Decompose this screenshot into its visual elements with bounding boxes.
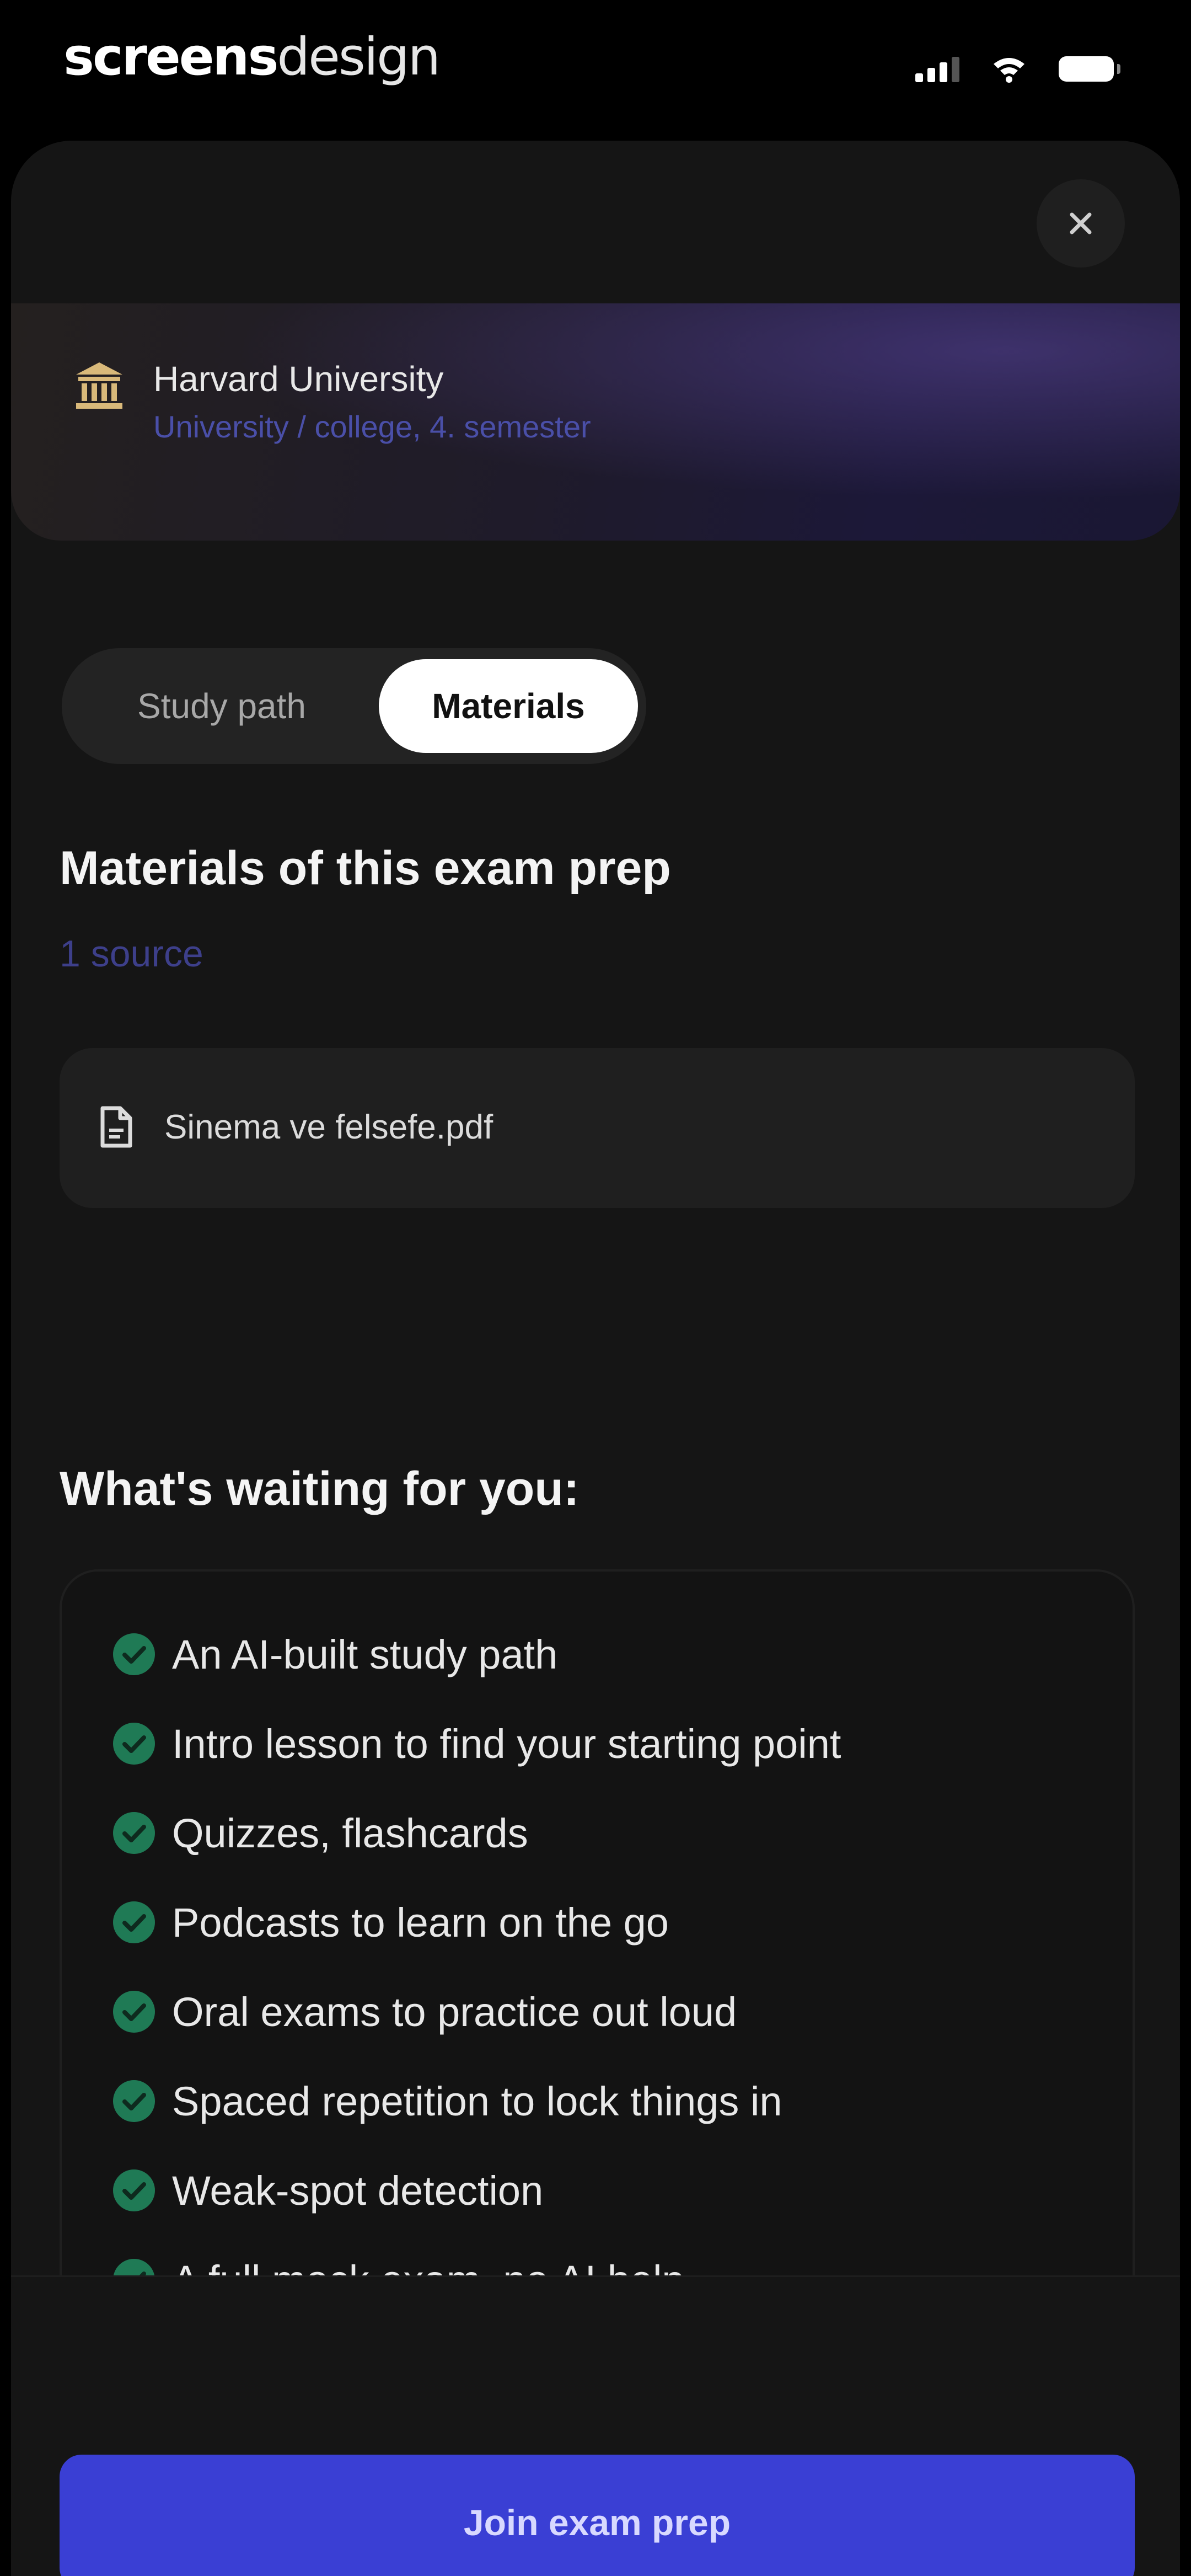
tab-materials[interactable]: Materials	[379, 659, 638, 753]
university-icon	[76, 362, 122, 409]
check-circle-icon	[113, 1901, 155, 1943]
feature-item: Weak-spot detection	[111, 2163, 543, 2218]
exam-prep-sheet: Harvard University University / college,…	[11, 141, 1180, 2576]
tab-study-path[interactable]: Study path	[84, 659, 360, 753]
feature-item: Oral exams to practice out loud	[111, 1984, 737, 2039]
exam-prep-header: Harvard University University / college,…	[11, 303, 1180, 541]
feature-item: Quizzes, flashcards	[111, 1805, 528, 1861]
material-file-item[interactable]: Sinema ve felsefe.pdf	[60, 1048, 1135, 1208]
document-icon	[100, 1106, 132, 1148]
feature-text: Quizzes, flashcards	[172, 1810, 528, 1856]
feature-text: Oral exams to practice out loud	[172, 1989, 737, 2035]
material-file-name: Sinema ve felsefe.pdf	[164, 1108, 493, 1146]
university-row: Harvard University University / college,…	[72, 356, 591, 452]
feature-item: Spaced repetition to lock things in	[111, 2073, 782, 2129]
segmented-tabs: Study path Materials	[62, 648, 646, 764]
feature-text: Podcasts to learn on the go	[172, 1899, 669, 1946]
status-bar: screens design	[0, 0, 1191, 138]
join-exam-prep-button[interactable]: Join exam prep	[60, 2455, 1135, 2576]
feature-item: Intro lesson to find your starting point	[111, 1716, 841, 1771]
materials-title: Materials of this exam prep	[60, 842, 671, 895]
close-icon	[1070, 212, 1092, 234]
check-circle-icon	[113, 2080, 155, 2122]
feature-text: Intro lesson to find your starting point	[172, 1720, 841, 1767]
feature-text: An AI-built study path	[172, 1631, 558, 1677]
feature-item: Podcasts to learn on the go	[111, 1895, 669, 1950]
features-title: What's waiting for you:	[60, 1462, 580, 1515]
check-circle-icon	[113, 1723, 155, 1765]
university-name: Harvard University	[153, 359, 444, 399]
battery-icon	[1059, 56, 1120, 82]
check-circle-icon	[113, 2169, 155, 2211]
status-icons	[915, 52, 1120, 85]
check-circle-icon	[113, 1812, 155, 1854]
feature-text: Spaced repetition to lock things in	[172, 2078, 782, 2124]
screensdesign-logo: screens design	[63, 21, 441, 93]
check-circle-icon	[113, 1633, 155, 1675]
feature-item: An AI-built study path	[111, 1627, 557, 1682]
feature-text: Weak-spot detection	[172, 2167, 544, 2214]
check-circle-icon	[113, 1991, 155, 2033]
university-detail: University / college, 4. semester	[153, 409, 591, 444]
logo-bold-text: screens	[63, 26, 278, 87]
source-count: 1 source	[60, 933, 203, 975]
features-card: An AI-built study path Intro lesson to f…	[60, 1569, 1135, 2353]
close-button[interactable]	[1037, 179, 1125, 268]
logo-light-text: design	[277, 26, 441, 87]
signal-icon	[915, 56, 959, 82]
wifi-icon	[991, 55, 1027, 83]
